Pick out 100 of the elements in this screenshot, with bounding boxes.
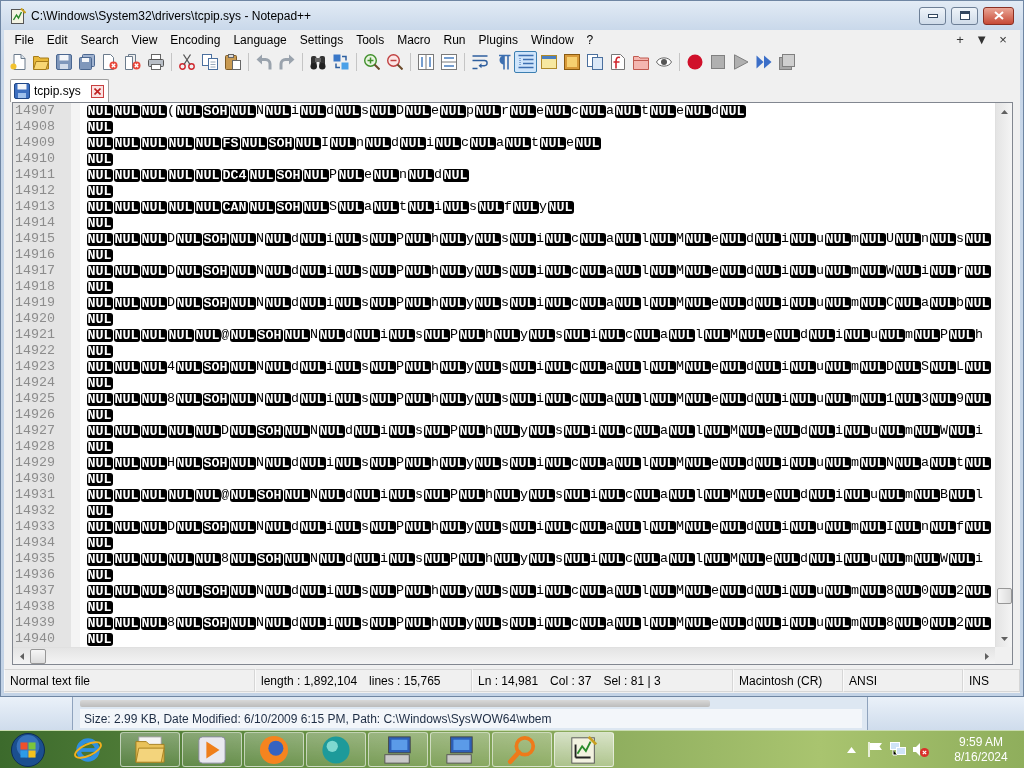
- taskbar-button[interactable]: [244, 732, 304, 767]
- horizontal-split-icon: [440, 54, 457, 70]
- menu-item[interactable]: Plugins: [472, 30, 525, 49]
- line-number: 14930: [15, 471, 55, 487]
- glass-frame: [0, 697, 72, 730]
- line-number: 14933: [15, 519, 55, 535]
- line-number: 14908: [15, 119, 55, 135]
- status-text: Ln : 14,981: [478, 673, 539, 688]
- menu-item[interactable]: Settings: [293, 30, 350, 49]
- minimize-icon: [927, 13, 938, 18]
- zoom-out-icon: [386, 54, 403, 70]
- play-tile-icon: [197, 734, 227, 765]
- code-line: NUL NUL NUL NUL NUL 8 NUL SOH NUL N NUL d NUL iNUL s NUL PNUL h NULyNUL s NUL iNUL c NUL aNUL lNULMNUL e NUL d NUL iNUL u NULmNULWNUL i: [86, 551, 983, 567]
- pages-close-icon: [124, 54, 141, 70]
- code-line: NUL NUL NUL(NUL SOH NUL N NUL iNUL d NUL s NUL DNUL e NUL p NUL r NUL e NUL c NUL aNUL t NUL e NUL d NUL: [86, 103, 746, 119]
- menu-item[interactable]: Run: [437, 30, 473, 49]
- documents-icon: [586, 54, 603, 70]
- code-line: NUL NUL NUL 8 NUL SOH NUL N NUL d NUL iNUL s NUL PNUL h NULyNUL s NUL iNUL c NUL aNUL lNULMNUL e NUL d NUL iNUL u NULmNUL 8 NUL0 NUL 2 NUL: [86, 615, 991, 631]
- menu-item[interactable]: Window: [524, 30, 581, 49]
- code-line: NUL NUL NUL DNUL SOH NUL N NUL d NUL iNUL s NUL PNUL h NULyNUL s NUL iNUL c NUL aNUL lNULMNUL e NUL d NUL iNUL u NULmNULWNUL iNUL r NUL: [86, 263, 991, 279]
- line-number: 14926: [15, 407, 55, 423]
- menu-item[interactable]: Macro: [390, 30, 437, 49]
- line-number: 14921: [15, 327, 55, 343]
- code-line: NUL NUL NUL NUL NUL DC4 NUL SOH NUL PNUL e NUL n NUL d NUL: [86, 167, 469, 183]
- close-button[interactable]: [983, 6, 1014, 25]
- eye-icon: [655, 54, 672, 70]
- status-text: lines : 15,765: [369, 673, 441, 688]
- status-text: Sel : 81 | 3: [603, 673, 661, 688]
- line-number: 14920: [15, 311, 55, 327]
- line-number: 14909: [15, 135, 55, 151]
- minimize-button[interactable]: [919, 6, 946, 25]
- zoom-in-icon: [363, 54, 380, 70]
- copy-icon: [201, 54, 218, 70]
- file-tab[interactable]: tcpip.sys: [10, 79, 109, 102]
- computer-icon: [445, 734, 475, 765]
- word-wrap-icon: [471, 54, 488, 70]
- taskbar-button[interactable]: [120, 732, 180, 767]
- horizontal-scrollbar[interactable]: [13, 647, 995, 664]
- code-line: NUL NUL NUL H NUL SOH NUL N NUL d NUL iNUL s NUL PNUL h NULyNUL s NUL iNUL c NUL aNUL lNULMNUL e NUL d NUL iNUL u NULmNUL N NUL aNUL t NUL: [86, 455, 991, 471]
- code-line: NUL NUL NUL 8 NUL SOH NUL N NUL d NUL iNUL s NUL PNUL h NULyNUL s NUL iNUL c NUL aNUL lNULMNUL e NUL d NUL iNUL u NULmNUL 1NUL 3 NUL 9 NUL: [86, 391, 991, 407]
- menu-item[interactable]: View: [125, 30, 164, 49]
- tab-close-button[interactable]: [90, 84, 104, 98]
- scroll-thumb[interactable]: [30, 648, 46, 664]
- vertical-scrollbar[interactable]: [995, 103, 1012, 647]
- undo-icon: [255, 54, 272, 70]
- add-button[interactable]: +: [953, 30, 968, 49]
- taskbar-button[interactable]: [554, 732, 614, 767]
- arrow-down-icon: [1001, 636, 1008, 641]
- line-number: 14922: [15, 343, 55, 359]
- menu-item[interactable]: Edit: [40, 30, 75, 49]
- printer-icon: [147, 54, 164, 70]
- menu-item[interactable]: Language: [226, 30, 294, 49]
- orb-icon: [11, 732, 45, 767]
- record-icon: [686, 54, 703, 70]
- new-file-icon: [9, 54, 26, 70]
- two-floppy-disks-icon: [78, 54, 95, 70]
- stacked-squares-icon: [778, 54, 795, 70]
- taskbar-button[interactable]: [430, 732, 490, 767]
- notepad-icon: [10, 7, 26, 24]
- close-button[interactable]: ×: [996, 30, 1010, 49]
- taskbar-button[interactable]: [182, 732, 242, 767]
- scroll-thumb[interactable]: [996, 588, 1012, 604]
- fast-forward-icon: [755, 54, 772, 70]
- line-number: 14911: [15, 167, 55, 183]
- code-line: NUL NUL NUL DNUL SOH NUL N NUL d NUL iNUL s NUL PNUL h NULyNUL s NUL iNUL c NUL aNUL lNULMNUL e NUL d NUL iNUL u NULmNUL U NUL n NUL s NUL: [86, 231, 991, 247]
- line-number: 14929: [15, 455, 55, 471]
- code-line: NUL NUL NUL NUL NUL@NUL SOH NUL N NUL d NUL iNUL s NUL PNUL h NULyNUL s NUL iNUL c NUL aNUL lNULMNUL e NUL d NUL iNUL u NULmNUL BNUL l: [86, 487, 983, 503]
- vertical-split-icon: [417, 54, 434, 70]
- open-folder-icon: [32, 54, 49, 70]
- code-line: NUL NUL NUL4NUL SOH NUL N NUL d NUL iNUL s NUL PNUL h NULyNUL s NUL iNUL c NUL aNUL lNULMNUL e NUL d NUL iNUL u NULmNUL DNUL SNUL LNUL: [86, 359, 991, 375]
- line-number: 14918: [15, 279, 55, 295]
- close-icon: [993, 11, 1004, 20]
- play-icon: [732, 54, 749, 70]
- code-line: NUL NUL NUL DNUL SOH NUL N NUL d NUL iNUL s NUL PNUL h NULyNUL s NUL iNUL c NUL aNUL lNULMNUL e NUL d NUL iNUL u NULmNULC NUL aNUL b NUL: [86, 295, 991, 311]
- status-text: Macintosh (CR): [739, 673, 823, 688]
- stop-icon: [709, 54, 726, 70]
- status-text: INS: [969, 673, 989, 688]
- menu-item[interactable]: ?: [580, 30, 600, 49]
- code-line: NUL NUL NUL NUL NUL CAN NUL SOH NUL SNUL aNUL t NUL iNUL s NUL f NULyNUL: [86, 199, 574, 215]
- window-icon: [540, 54, 557, 70]
- line-number: 14928: [15, 439, 55, 455]
- line-number: 14916: [15, 247, 55, 263]
- dropdown-button[interactable]: ▼: [973, 30, 990, 49]
- speaker-muted-icon: [912, 742, 929, 757]
- menu-item[interactable]: Search: [74, 30, 126, 49]
- line-number: 14915: [15, 231, 55, 247]
- menu-item[interactable]: Encoding: [163, 30, 227, 49]
- line-number: 14917: [15, 263, 55, 279]
- maximize-button[interactable]: [951, 6, 978, 25]
- status-text: ANSI: [849, 673, 877, 688]
- maximize-icon: [959, 11, 970, 20]
- status-text: length : 1,892,104: [261, 673, 358, 688]
- taskbar-button[interactable]: [368, 732, 428, 767]
- taskbar-button[interactable]: [306, 732, 366, 767]
- menu-item[interactable]: File: [8, 30, 41, 49]
- line-number: 14925: [15, 391, 55, 407]
- network-icon: [889, 742, 906, 757]
- line-number: 14936: [15, 567, 55, 583]
- menu-item[interactable]: Tools: [349, 30, 391, 49]
- code-line: NUL NUL NUL 8 NUL SOH NUL N NUL d NUL iNUL s NUL PNUL h NULyNUL s NUL iNUL c NUL aNUL lNULMNUL e NUL d NUL iNUL u NULmNUL 8 NUL0 NUL 2 NUL: [86, 583, 991, 599]
